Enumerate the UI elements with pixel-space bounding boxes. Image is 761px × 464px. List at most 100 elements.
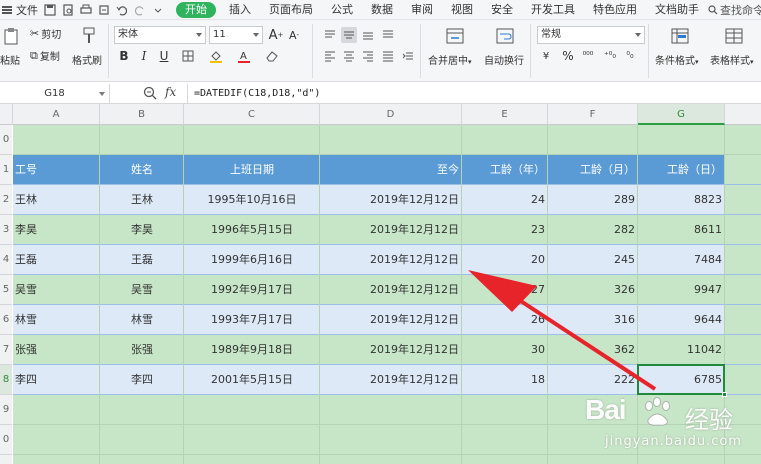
file-menu[interactable]: 文件 [0, 0, 42, 19]
tab-page-layout[interactable]: 页面布局 [260, 0, 322, 19]
name-box[interactable]: G18 [0, 84, 110, 103]
copy-label: 复制 [39, 52, 60, 63]
chevron-down-icon: ▾ [468, 58, 472, 66]
tab-insert[interactable]: 插入 [220, 0, 260, 19]
annotation-arrow-shaft [508, 292, 657, 391]
chevron-down-icon [635, 33, 641, 37]
print-icon[interactable] [78, 2, 94, 18]
chevron-down-icon[interactable] [150, 2, 166, 18]
svg-text:A: A [240, 51, 247, 62]
insert-function-button[interactable]: fx [165, 85, 176, 99]
print-preview-icon[interactable] [60, 2, 76, 18]
font-shrink-icon[interactable]: A- [286, 27, 302, 43]
align-center-icon[interactable] [341, 48, 357, 64]
tab-home[interactable]: 开始 [176, 1, 216, 18]
text-orientation-icon[interactable] [380, 27, 396, 43]
name-box-value: G18 [44, 88, 65, 99]
number-format-value: 常规 [541, 29, 561, 40]
ribbon-toolbar: 粘贴 ✂ 剪切 ⧉ 复制 格式刷 宋体 11 A + A- B I U A 合并… [0, 20, 761, 82]
font-name-select[interactable]: 宋体 [114, 26, 206, 44]
save-icon[interactable] [42, 2, 58, 18]
ribbon-separator [648, 24, 649, 78]
currency-icon[interactable]: ¥ [538, 48, 554, 64]
tab-security[interactable]: 安全 [482, 0, 522, 19]
indent-icon[interactable] [400, 48, 416, 64]
cut-button[interactable]: ✂ 剪切 [30, 26, 61, 41]
undo-icon[interactable] [114, 2, 130, 18]
conditional-format-icon[interactable] [670, 26, 690, 46]
format-painter-icon[interactable] [80, 26, 98, 46]
hamburger-icon [2, 5, 12, 14]
table-style-button[interactable]: 表格样式▾ [710, 52, 754, 67]
align-bottom-icon[interactable] [360, 27, 376, 43]
align-middle-icon[interactable] [341, 27, 357, 43]
decrease-decimal-button[interactable]: ⁰₀ [622, 48, 638, 64]
watermark: Bai 经验 jingyan.baidu.com [585, 392, 761, 464]
wrap-text-button[interactable]: 自动换行 [484, 52, 524, 67]
export-icon[interactable] [96, 2, 112, 18]
format-painter-button[interactable]: 格式刷 [72, 52, 102, 67]
align-right-icon[interactable] [360, 48, 376, 64]
font-size-select[interactable]: 11 [209, 26, 263, 44]
tab-review[interactable]: 审阅 [402, 0, 442, 19]
merge-center-label: 合并居中 [428, 56, 468, 67]
justify-icon[interactable] [380, 48, 396, 64]
merge-center-icon[interactable] [445, 26, 465, 46]
percent-button[interactable]: % [560, 48, 576, 64]
ribbon-separator [312, 24, 313, 78]
file-menu-label: 文件 [16, 3, 38, 17]
command-search-label: 查找命令 [720, 3, 761, 17]
formula-bar: G18 fx =DATEDIF(C18,D18,"d") [0, 83, 761, 104]
font-name-value: 宋体 [118, 29, 138, 40]
cut-label: 剪切 [41, 30, 62, 41]
thousands-icon[interactable]: ⁰⁰⁰ [580, 48, 596, 64]
font-color-icon[interactable]: A [236, 48, 252, 64]
redo-icon[interactable] [132, 2, 148, 18]
ribbon-separator [530, 24, 531, 78]
paste-icon[interactable] [2, 26, 20, 46]
font-size-value: 11 [213, 29, 226, 40]
paw-icon [645, 397, 670, 426]
fill-color-icon[interactable] [208, 48, 224, 64]
increase-decimal-button[interactable]: ⁺⁰₀ [602, 48, 618, 64]
align-left-icon[interactable] [322, 48, 338, 64]
command-search[interactable]: 查找命令 [708, 2, 761, 18]
ribbon-separator [108, 24, 109, 78]
copy-icon: ⧉ [30, 48, 38, 62]
tab-view[interactable]: 视图 [442, 0, 482, 19]
scissors-icon: ✂ [30, 27, 40, 40]
border-icon[interactable] [180, 48, 196, 64]
watermark-brand: Bai [585, 394, 627, 425]
zoom-formula-icon[interactable] [142, 85, 158, 101]
merge-center-button[interactable]: 合并居中▾ [428, 52, 472, 67]
conditional-format-button[interactable]: 条件格式▾ [655, 52, 699, 67]
quick-access-toolbar [42, 2, 166, 18]
chevron-down-icon [196, 33, 202, 37]
font-grow-icon[interactable]: A + [268, 27, 284, 43]
tab-formulas[interactable]: 公式 [322, 0, 362, 19]
chevron-down-icon [99, 92, 105, 96]
wrap-text-icon[interactable] [495, 26, 515, 46]
underline-button[interactable]: U [156, 48, 172, 64]
bold-button[interactable]: B [116, 48, 132, 64]
formula-input[interactable]: =DATEDIF(C18,D18,"d") [187, 84, 761, 103]
align-top-icon[interactable] [322, 27, 338, 43]
copy-button[interactable]: ⧉ 复制 [30, 48, 60, 64]
paste-button[interactable]: 粘贴 [0, 52, 20, 67]
table-style-icon[interactable] [724, 26, 744, 46]
tab-doc-assistant[interactable]: 文档助手 [646, 0, 708, 19]
eraser-icon[interactable] [264, 48, 280, 64]
ribbon-separator [420, 24, 421, 78]
menu-bar: 文件 开始 插入 页面布局 公式 数据 审阅 视图 安全 开发工具 特色应用 文… [0, 0, 761, 20]
search-icon [708, 4, 718, 14]
conditional-format-label: 条件格式 [655, 56, 695, 67]
tab-special-apps[interactable]: 特色应用 [584, 0, 646, 19]
table-style-label: 表格样式 [710, 56, 750, 67]
chevron-down-icon: ▾ [750, 58, 754, 66]
watermark-url: jingyan.baidu.com [605, 434, 742, 449]
tab-developer[interactable]: 开发工具 [522, 0, 584, 19]
chevron-down-icon [253, 33, 259, 37]
italic-button[interactable]: I [136, 48, 152, 64]
tab-data[interactable]: 数据 [362, 0, 402, 19]
number-format-select[interactable]: 常规 [537, 26, 645, 44]
